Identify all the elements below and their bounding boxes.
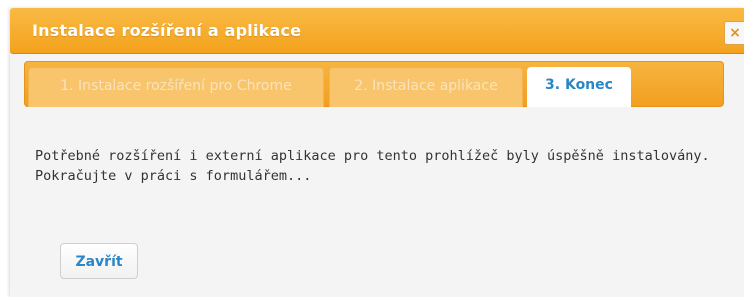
tab-finish[interactable]: 3. Konec <box>527 67 631 109</box>
dialog-title: Instalace rozšíření a aplikace <box>32 21 302 40</box>
message-line-1: Potřebné rozšíření i externí aplikace pr… <box>35 148 710 164</box>
message-line-2: Pokračujte v práci s formulářem... <box>35 168 312 184</box>
success-message: Potřebné rozšíření i externí aplikace pr… <box>35 146 710 186</box>
close-icon[interactable]: × <box>724 21 744 45</box>
close-button[interactable]: Zavřít <box>60 243 138 279</box>
tab-chrome-extension[interactable]: 1. Instalace rozšíření pro Chrome <box>28 67 324 108</box>
dialog-titlebar: Instalace rozšíření a aplikace × <box>10 8 744 54</box>
wizard-tabs: 1. Instalace rozšíření pro Chrome 2. Ins… <box>24 61 724 109</box>
tab-app-install[interactable]: 2. Instalace aplikace <box>329 67 523 108</box>
